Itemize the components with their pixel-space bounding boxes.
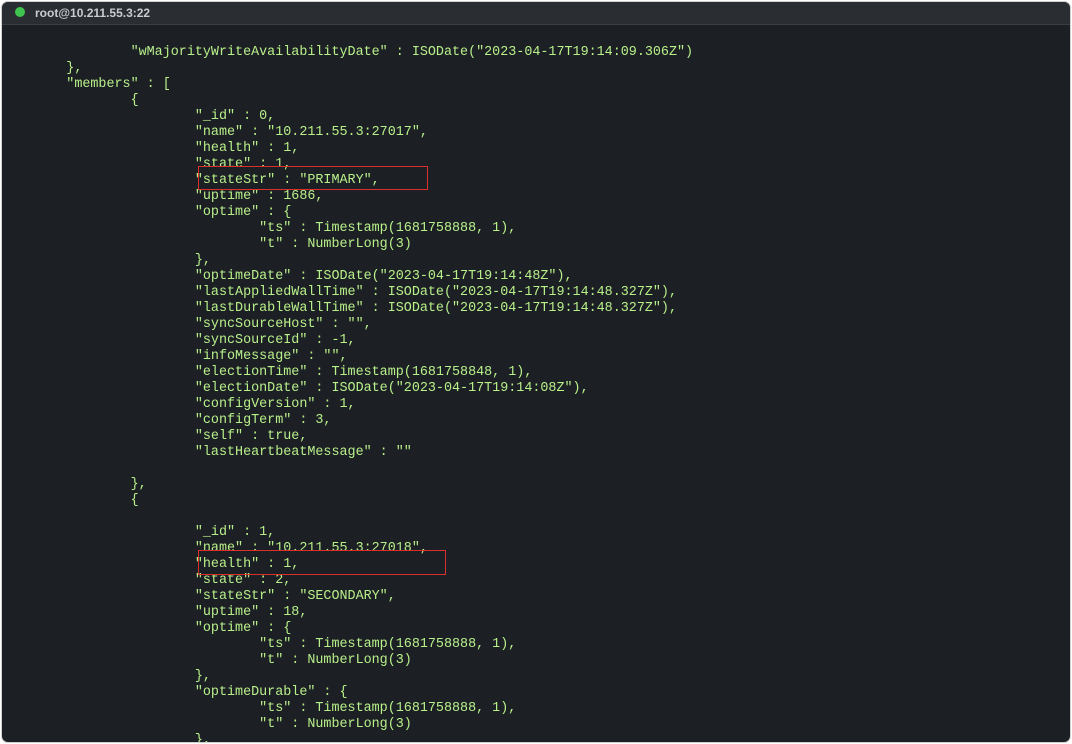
terminal-line: "optime" : { — [2, 205, 292, 220]
terminal-line: "state" : 2, — [2, 573, 292, 588]
terminal-line: "_id" : 1, — [2, 525, 276, 540]
terminal-line: "electionDate" : ISODate("2023-04-17T19:… — [2, 381, 589, 396]
terminal-line: "stateStr" : "PRIMARY", — [2, 173, 380, 188]
terminal-window: root@10.211.55.3:22 "wMajorityWriteAvail… — [2, 2, 1070, 742]
terminal-line: "ts" : Timestamp(1681758888, 1), — [2, 637, 517, 652]
terminal-line: }, — [2, 733, 211, 742]
terminal-line: "electionTime" : Timestamp(1681758848, 1… — [2, 365, 533, 380]
terminal-line: "health" : 1, — [2, 557, 300, 572]
title-bar: root@10.211.55.3:22 — [2, 2, 1070, 25]
terminal-line: "syncSourceHost" : "", — [2, 317, 372, 332]
terminal-line: "t" : NumberLong(3) — [2, 237, 412, 252]
terminal-line: "lastHeartbeatMessage" : "" — [2, 445, 412, 460]
terminal-line: }, — [2, 61, 83, 76]
terminal-line: "name" : "10.211.55.3:27017", — [2, 125, 428, 140]
terminal-line: "ts" : Timestamp(1681758888, 1), — [2, 701, 517, 716]
terminal-line: { — [2, 93, 139, 108]
terminal-line: "stateStr" : "SECONDARY", — [2, 589, 396, 604]
terminal-line: "state" : 1, — [2, 157, 292, 172]
terminal-line: "infoMessage" : "", — [2, 349, 348, 364]
terminal-line: "lastAppliedWallTime" : ISODate("2023-04… — [2, 285, 677, 300]
terminal-line: "lastDurableWallTime" : ISODate("2023-04… — [2, 301, 677, 316]
terminal-line: "name" : "10.211.55.3:27018", — [2, 541, 428, 556]
terminal-line: }, — [2, 477, 147, 492]
terminal-line: "optimeDate" : ISODate("2023-04-17T19:14… — [2, 269, 573, 284]
terminal-line: "t" : NumberLong(3) — [2, 653, 412, 668]
terminal-output[interactable]: "wMajorityWriteAvailabilityDate" : ISODa… — [2, 25, 1070, 742]
terminal-line: "_id" : 0, — [2, 109, 276, 124]
terminal-line: "uptime" : 1686, — [2, 189, 324, 204]
terminal-line: }, — [2, 253, 211, 268]
terminal-line: "syncSourceId" : -1, — [2, 333, 356, 348]
terminal-line: "optimeDurable" : { — [2, 685, 348, 700]
terminal-line: }, — [2, 669, 211, 684]
terminal-line: "configVersion" : 1, — [2, 397, 356, 412]
terminal-line: "health" : 1, — [2, 141, 300, 156]
window-title: root@10.211.55.3:22 — [35, 6, 151, 20]
terminal-line: "members" : [ — [2, 77, 171, 92]
terminal-line: "optime" : { — [2, 621, 292, 636]
terminal-line: "wMajorityWriteAvailabilityDate" : ISODa… — [2, 45, 694, 60]
terminal-line: "t" : NumberLong(3) — [2, 717, 412, 732]
connection-status-icon — [15, 7, 25, 17]
terminal-line: "ts" : Timestamp(1681758888, 1), — [2, 221, 517, 236]
terminal-line: "uptime" : 18, — [2, 605, 308, 620]
terminal-line: "self" : true, — [2, 429, 308, 444]
terminal-line: "configTerm" : 3, — [2, 413, 332, 428]
terminal-line: { — [2, 493, 139, 508]
